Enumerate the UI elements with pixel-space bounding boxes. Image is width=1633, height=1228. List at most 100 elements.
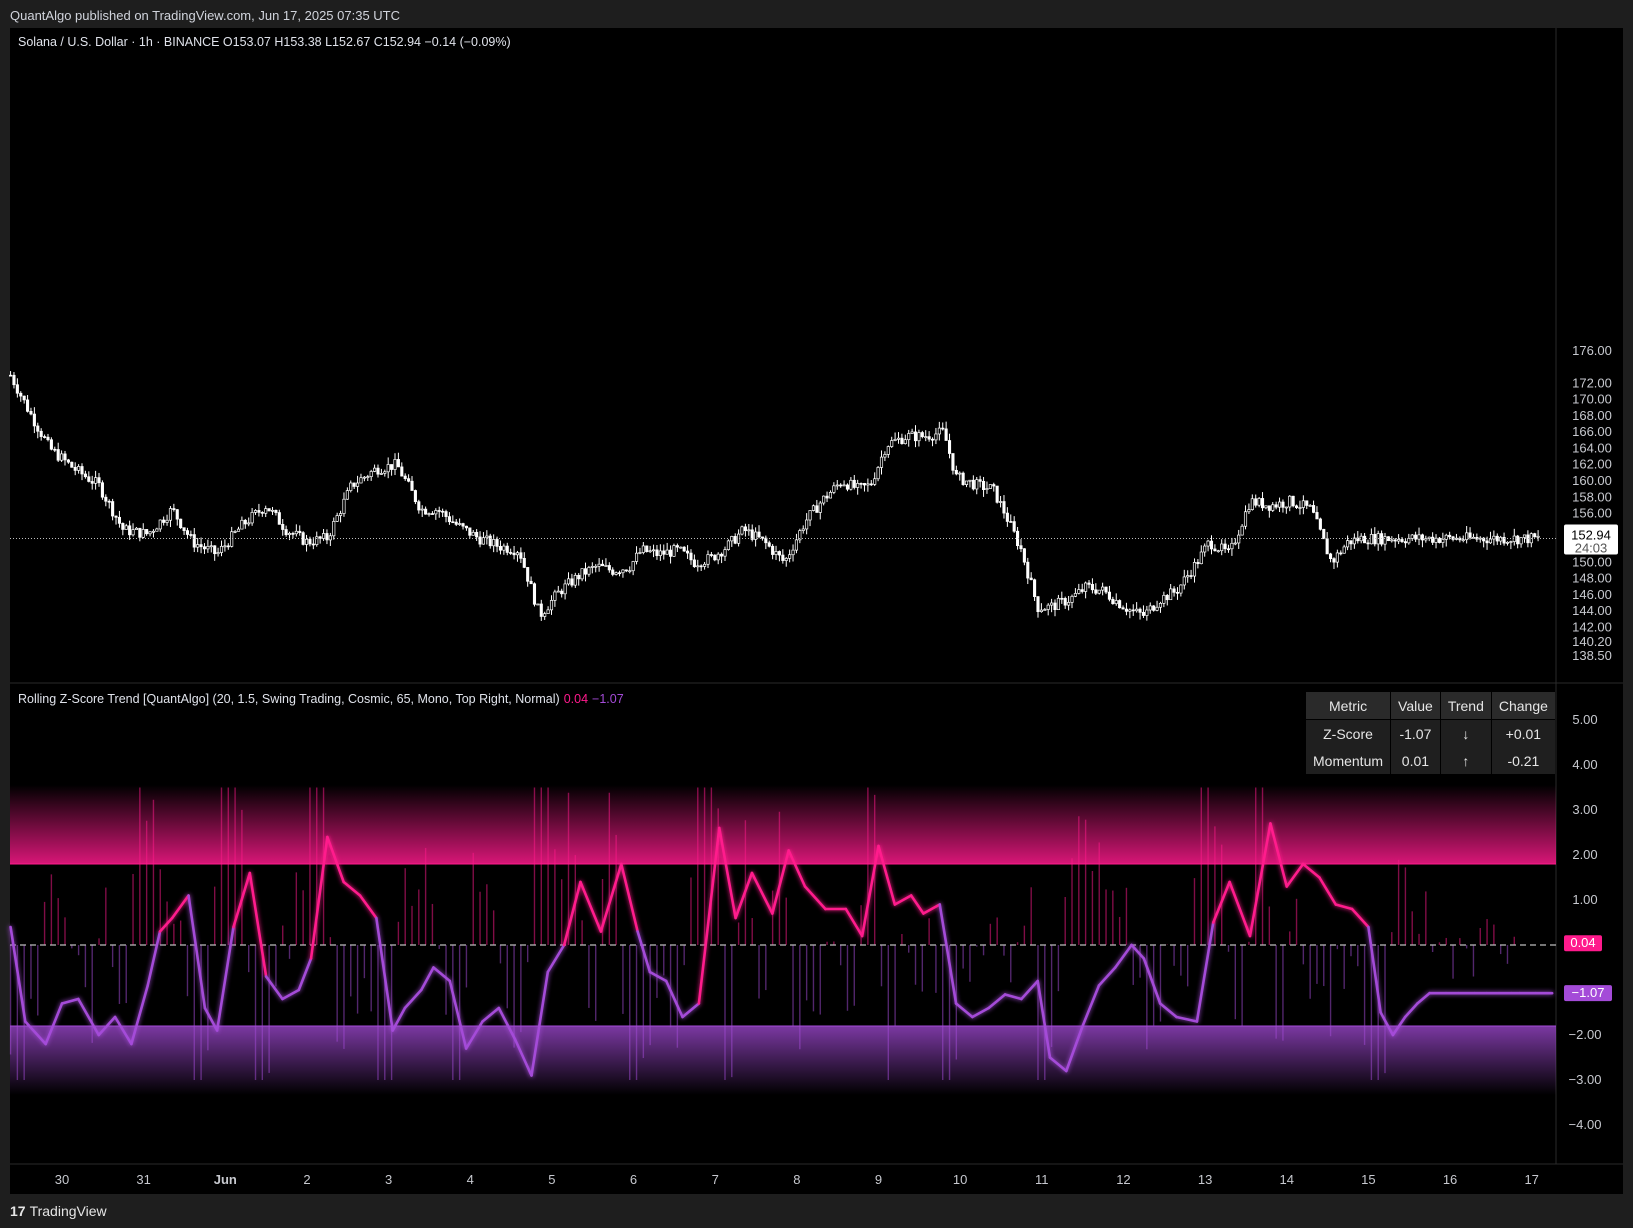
candle-body: [784, 558, 788, 561]
zscore-segment: [681, 1002, 701, 1019]
zscore-tick-label: −2.00: [1569, 1027, 1602, 1042]
candle-body: [151, 530, 155, 533]
candle-body: [1128, 609, 1132, 612]
candle-body: [264, 508, 268, 514]
candle-body: [747, 529, 751, 532]
time-tick-label: 10: [953, 1172, 967, 1187]
zscore-segment: [1003, 993, 1023, 1001]
price-legend-text: Solana / U.S. Dollar · 1h · BINANCE O153…: [18, 35, 511, 49]
candle-body: [274, 509, 278, 513]
candle-body: [995, 485, 999, 503]
candle-body: [413, 490, 417, 503]
candle-body: [1118, 600, 1122, 609]
candle-body: [696, 565, 700, 568]
candle-body: [185, 530, 190, 535]
price-tick-label: 170.00: [1572, 392, 1612, 407]
candle-body: [427, 513, 431, 515]
candle-body: [219, 545, 224, 553]
candle-body: [811, 505, 816, 511]
candle-body: [226, 545, 230, 548]
candle-body: [308, 538, 312, 545]
candle-body: [437, 510, 441, 512]
candle-body: [570, 578, 574, 586]
trend-up-icon: ↑: [1440, 747, 1492, 774]
candle-body: [1158, 602, 1163, 608]
candle-body: [1363, 535, 1367, 544]
candle-body: [1329, 553, 1333, 559]
candle-body: [600, 563, 605, 567]
zscore-segment: [60, 997, 80, 1005]
candle-body: [818, 502, 822, 513]
candle-body: [410, 480, 414, 491]
candle-body: [621, 569, 625, 574]
time-tick-label: 5: [548, 1172, 555, 1187]
candle-body: [1060, 597, 1064, 600]
tradingview-footer[interactable]: 17 TradingView: [10, 1203, 107, 1219]
price-tick-label: 166.00: [1572, 424, 1612, 439]
chart-canvas[interactable]: 176.00172.00170.00168.00166.00164.00162.…: [0, 0, 1633, 1228]
candle-body: [407, 478, 411, 482]
candle-body: [890, 440, 894, 447]
candle-body: [87, 476, 91, 482]
candle-body: [349, 482, 353, 491]
candle-body: [291, 533, 295, 535]
candle-body: [1267, 505, 1271, 511]
candle-body: [709, 554, 713, 556]
candle-body: [577, 574, 581, 580]
candle-body: [958, 472, 962, 475]
candle-body: [114, 515, 118, 518]
candle-body: [1400, 539, 1404, 542]
tradingview-brand: TradingView: [29, 1203, 107, 1219]
candle-body: [168, 508, 173, 521]
candle-body: [1461, 539, 1465, 542]
candle-body: [682, 546, 686, 552]
candle-body: [1026, 561, 1030, 579]
candle-body: [281, 524, 285, 530]
candle-body: [526, 567, 530, 582]
candle-body: [1468, 532, 1472, 538]
candle-body: [828, 492, 833, 499]
time-tick-label: 3: [385, 1172, 392, 1187]
candle-body: [1288, 495, 1292, 508]
candle-body: [390, 464, 394, 470]
candle-body: [66, 459, 70, 463]
candle-body: [910, 431, 914, 434]
time-tick-label: 31: [136, 1172, 150, 1187]
candle-body: [1029, 577, 1033, 581]
candle-body: [77, 466, 81, 471]
zscore-segment: [1113, 943, 1133, 969]
candle-body: [396, 459, 400, 468]
candle-body: [1009, 521, 1013, 523]
candle-body: [56, 449, 60, 461]
time-tick-label: 30: [55, 1172, 69, 1187]
candle-body: [964, 480, 969, 485]
candle-body: [359, 477, 363, 484]
candle-body: [1431, 536, 1435, 543]
price-legend[interactable]: Solana / U.S. Dollar · 1h · BINANCE O153…: [18, 35, 511, 49]
candle-body: [634, 552, 639, 562]
candle-body: [1237, 534, 1241, 544]
candle-body: [583, 568, 588, 575]
candle-body: [757, 531, 761, 538]
candle-body: [669, 549, 673, 557]
candle-body: [1053, 602, 1057, 611]
candle-body: [832, 485, 836, 493]
candle-body: [849, 479, 853, 490]
countdown-label: 24:03: [1575, 540, 1608, 555]
candle-body: [22, 395, 26, 401]
candle-body: [1393, 539, 1397, 542]
candle-body: [917, 432, 921, 442]
candle-body: [1216, 550, 1220, 553]
candle-body: [1005, 512, 1009, 522]
candle-body: [1192, 562, 1197, 577]
zscore-segment: [844, 907, 864, 938]
candle-body: [726, 540, 730, 550]
zscore-segment: [987, 993, 1007, 1010]
candle-body: [716, 553, 720, 561]
candle-body: [1492, 535, 1496, 540]
candle-body: [206, 546, 210, 550]
price-tick-label: 176.00: [1572, 343, 1612, 358]
candle-body: [1226, 548, 1231, 551]
indicator-legend[interactable]: Rolling Z-Score Trend [QuantAlgo] (20, 1…: [18, 692, 624, 706]
candle-body: [791, 549, 795, 556]
